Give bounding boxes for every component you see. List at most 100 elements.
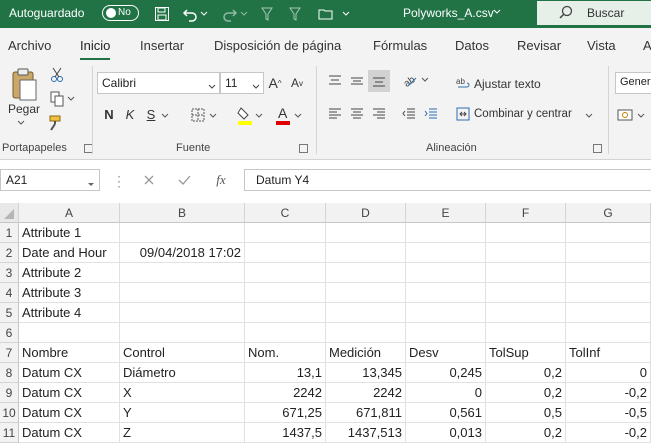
cell-g3[interactable] — [566, 263, 651, 283]
cell-b3[interactable] — [120, 263, 245, 283]
borders-dropdown-icon[interactable] — [209, 112, 217, 120]
tab-disposicion[interactable]: Disposición de página — [214, 38, 341, 53]
paste-icon[interactable] — [5, 67, 41, 103]
column-header-d[interactable]: D — [326, 203, 406, 223]
spreadsheet-grid[interactable]: A B C D E F G 1 Attribute 1 2 Date and Hour 09/04/2… — [0, 203, 651, 446]
cell-g7[interactable]: TolInf — [566, 343, 651, 363]
cell-d10[interactable]: 671,811 — [326, 403, 406, 423]
cell-b8[interactable]: Diámetro — [120, 363, 245, 383]
cell-g1[interactable] — [566, 223, 651, 243]
cell-c10[interactable]: 671,25 — [245, 403, 326, 423]
cell-c2[interactable] — [245, 243, 326, 263]
cell-g6[interactable] — [566, 323, 651, 343]
cell-a8[interactable]: Datum CX — [19, 363, 120, 383]
cell-a6[interactable] — [19, 323, 120, 343]
cut-icon[interactable] — [48, 66, 66, 84]
cell-e6[interactable] — [406, 323, 486, 343]
filename-dropdown-icon[interactable] — [492, 7, 502, 17]
column-header-g[interactable]: G — [566, 203, 651, 223]
cell-f9[interactable]: 0,2 — [486, 383, 566, 403]
cell-g5[interactable] — [566, 303, 651, 323]
number-format-select[interactable]: Genera — [615, 72, 651, 94]
cell-f11[interactable]: 0,2 — [486, 423, 566, 443]
cell-d9[interactable]: 2242 — [326, 383, 406, 403]
align-bottom-icon[interactable] — [368, 70, 390, 92]
cell-d4[interactable] — [326, 283, 406, 303]
row-header-8[interactable]: 8 — [0, 363, 19, 383]
row-header-9[interactable]: 9 — [0, 383, 19, 403]
name-box[interactable]: A21 — [0, 169, 100, 191]
row-header-3[interactable]: 3 — [0, 263, 19, 283]
align-right-icon[interactable] — [370, 105, 388, 123]
column-header-c[interactable]: C — [245, 203, 326, 223]
cell-g10[interactable]: -0,5 — [566, 403, 651, 423]
decrease-indent-icon[interactable] — [400, 105, 418, 123]
cell-f3[interactable] — [486, 263, 566, 283]
customize-qat-icon[interactable] — [340, 4, 352, 24]
redo-dropdown-icon[interactable] — [238, 4, 250, 24]
fill-color-dropdown-icon[interactable] — [255, 112, 263, 120]
underline-button[interactable]: S — [143, 104, 159, 124]
font-size-select[interactable]: 11 — [220, 72, 264, 94]
cell-f2[interactable] — [486, 243, 566, 263]
cell-d7[interactable]: Medición — [326, 343, 406, 363]
cell-g9[interactable]: -0,2 — [566, 383, 651, 403]
cell-a10[interactable]: Datum CX — [19, 403, 120, 423]
cell-e7[interactable]: Desv — [406, 343, 486, 363]
cell-d1[interactable] — [326, 223, 406, 243]
italic-button[interactable]: K — [122, 104, 138, 124]
cell-b9[interactable]: X — [120, 383, 245, 403]
tab-datos[interactable]: Datos — [455, 38, 489, 53]
insert-function-icon[interactable]: fx — [212, 171, 230, 189]
reapply-filter-icon[interactable] — [284, 4, 306, 24]
column-header-b[interactable]: B — [120, 203, 245, 223]
copy-dropdown-icon[interactable] — [67, 95, 75, 103]
cell-e9[interactable]: 0 — [406, 383, 486, 403]
row-header-4[interactable]: 4 — [0, 283, 19, 303]
align-center-icon[interactable] — [348, 105, 366, 123]
tab-revisar[interactable]: Revisar — [517, 38, 561, 53]
cell-b2[interactable]: 09/04/2018 17:02 — [120, 243, 245, 263]
enter-icon[interactable] — [176, 172, 192, 188]
save-icon[interactable] — [151, 4, 173, 24]
undo-dropdown-icon[interactable] — [198, 4, 210, 24]
decrease-font-icon[interactable]: Av — [288, 73, 306, 93]
cell-f5[interactable] — [486, 303, 566, 323]
cell-c7[interactable]: Nom. — [245, 343, 326, 363]
font-launcher-icon[interactable] — [299, 144, 308, 153]
wrap-text-icon[interactable]: ab — [455, 75, 471, 91]
row-header-10[interactable]: 10 — [0, 403, 19, 423]
merge-dropdown-icon[interactable] — [585, 112, 593, 120]
cell-a5[interactable]: Attribute 4 — [19, 303, 120, 323]
cancel-icon[interactable] — [141, 172, 157, 188]
cell-b4[interactable] — [120, 283, 245, 303]
cell-g8[interactable]: 0 — [566, 363, 651, 383]
format-painter-icon[interactable] — [46, 114, 66, 132]
cell-b1[interactable] — [120, 223, 245, 243]
cell-d3[interactable] — [326, 263, 406, 283]
cell-a7[interactable]: Nombre — [19, 343, 120, 363]
cell-f8[interactable]: 0,2 — [486, 363, 566, 383]
row-header-6[interactable]: 6 — [0, 323, 19, 343]
cell-e1[interactable] — [406, 223, 486, 243]
row-header-7[interactable]: 7 — [0, 343, 19, 363]
cell-e2[interactable] — [406, 243, 486, 263]
wrap-text-label[interactable]: Ajustar texto — [474, 77, 541, 91]
cell-d8[interactable]: 13,345 — [326, 363, 406, 383]
select-all-corner[interactable] — [0, 203, 19, 223]
underline-dropdown-icon[interactable] — [161, 112, 169, 120]
font-name-select[interactable]: Calibri — [97, 72, 220, 94]
clear-filter-icon[interactable] — [256, 4, 278, 24]
orientation-dropdown-icon[interactable] — [421, 76, 429, 84]
cell-a3[interactable]: Attribute 2 — [19, 263, 120, 283]
cell-a2[interactable]: Date and Hour — [19, 243, 120, 263]
cell-e5[interactable] — [406, 303, 486, 323]
cell-a9[interactable]: Datum CX — [19, 383, 120, 403]
row-header-5[interactable]: 5 — [0, 303, 19, 323]
cell-f7[interactable]: TolSup — [486, 343, 566, 363]
copy-icon[interactable] — [48, 90, 66, 108]
cell-c8[interactable]: 13,1 — [245, 363, 326, 383]
cell-f10[interactable]: 0,5 — [486, 403, 566, 423]
name-box-dropdown-icon[interactable] — [87, 177, 95, 191]
row-header-1[interactable]: 1 — [0, 223, 19, 243]
